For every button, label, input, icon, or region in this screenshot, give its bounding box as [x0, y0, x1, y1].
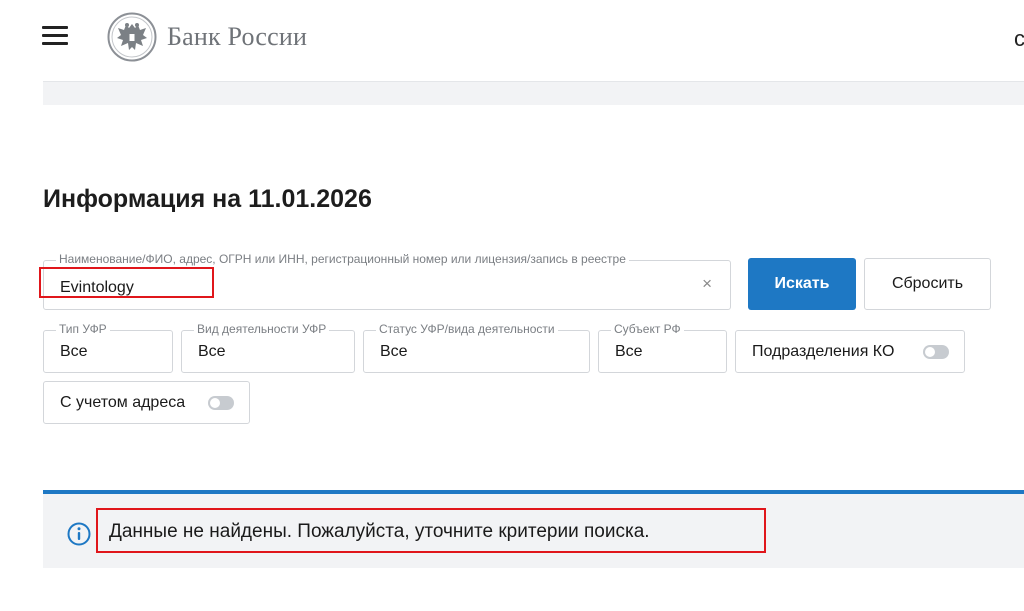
gray-band [43, 81, 1024, 105]
filter-label: Субъект РФ [611, 322, 684, 336]
clear-search-icon[interactable]: × [702, 274, 712, 294]
search-field-label: Наименование/ФИО, адрес, ОГРН или ИНН, р… [56, 252, 629, 266]
bank-logo[interactable]: Банк России [107, 12, 307, 62]
search-button[interactable]: Искать [748, 258, 856, 310]
subdivisions-toggle-label: Подразделения КО [752, 342, 895, 360]
page-title: Информация на 11.01.2026 [43, 185, 372, 213]
subdivisions-toggle-box[interactable]: Подразделения КО [735, 330, 965, 373]
filter-value: Все [60, 343, 88, 360]
notice-highlight [96, 508, 766, 553]
filter-label: Статус УФР/вида деятельности [376, 322, 558, 336]
subdivisions-toggle-switch[interactable] [923, 345, 949, 359]
filter-ufr-activity[interactable]: Вид деятельности УФР Все [181, 322, 355, 373]
site-header: Банк России c [0, 0, 1024, 76]
address-toggle-switch[interactable] [208, 396, 234, 410]
filter-label: Тип УФР [56, 322, 110, 336]
reset-button[interactable]: Сбросить [864, 258, 991, 310]
filter-label: Вид деятельности УФР [194, 322, 330, 336]
header-cut-off-text: c [1014, 26, 1024, 51]
filter-value: Все [615, 343, 643, 360]
eagle-emblem-icon [107, 12, 157, 62]
filter-ufr-status[interactable]: Статус УФР/вида деятельности Все [363, 322, 590, 373]
filter-value: Все [198, 343, 226, 360]
hamburger-menu-icon[interactable] [42, 26, 68, 46]
logo-text: Банк России [167, 22, 308, 51]
address-toggle-box[interactable]: С учетом адреса [43, 381, 250, 424]
filter-ufr-type[interactable]: Тип УФР Все [43, 322, 173, 373]
filter-region[interactable]: Субъект РФ Все [598, 322, 727, 373]
filter-value: Все [380, 343, 408, 360]
info-icon [67, 522, 91, 546]
address-toggle-label: С учетом адреса [60, 393, 186, 411]
search-value-highlight [39, 267, 214, 298]
